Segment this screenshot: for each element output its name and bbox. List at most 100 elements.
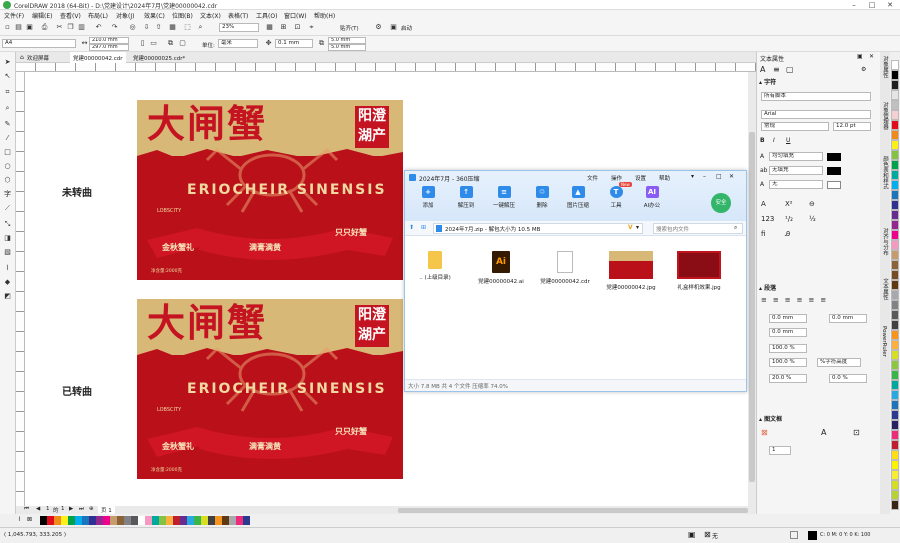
snap-guides-icon[interactable]: ⊞	[279, 23, 288, 32]
palette-swatch[interactable]	[891, 160, 899, 170]
view-mode-icon[interactable]: ⊞	[421, 224, 426, 231]
ligature-icon[interactable]: ﬁ	[761, 230, 765, 238]
drop-shadow-icon[interactable]: ◨	[3, 234, 12, 243]
bottom-palette-swatch[interactable]	[103, 516, 110, 525]
palette-swatch[interactable]	[891, 240, 899, 250]
frame-options-icon[interactable]: ⊡	[853, 428, 860, 437]
file-item-parent[interactable]: .. (上级目录)	[405, 251, 465, 281]
menu-edit[interactable]: 编辑(E)	[32, 11, 52, 20]
vertical-ruler[interactable]	[16, 72, 25, 506]
no-color-icon[interactable]: ⊠	[27, 516, 32, 523]
search-icon[interactable]: ⌕	[734, 224, 737, 232]
font-size-input[interactable]: 12.0 pt	[833, 122, 871, 131]
menu-layout[interactable]: 布局(L)	[88, 11, 108, 20]
palette-swatch[interactable]	[891, 430, 899, 440]
ai-office-button[interactable]: AI AI办公	[639, 186, 665, 209]
palette-swatch[interactable]	[891, 360, 899, 370]
prev-page-icon[interactable]: ◀	[36, 506, 40, 512]
fraction-icon[interactable]: ½	[809, 215, 816, 223]
first-indent-input[interactable]: 0.0 mm	[769, 328, 807, 337]
left-indent-input[interactable]: 0.0 mm	[769, 314, 807, 323]
search-content-icon[interactable]: ◎	[128, 23, 137, 32]
palette-swatch[interactable]	[891, 280, 899, 290]
outline-none-swatch[interactable]	[790, 531, 798, 539]
up-arrow-icon[interactable]: ⬆	[409, 224, 414, 231]
palette-swatch[interactable]	[891, 60, 899, 70]
zoom-tool-icon[interactable]: ⌕	[196, 23, 205, 32]
bottom-palette-swatch[interactable]	[75, 516, 82, 525]
all-pages-icon[interactable]: ⧉	[166, 39, 175, 48]
first-page-icon[interactable]: ⏮	[24, 506, 29, 513]
bottom-palette-swatch[interactable]	[166, 516, 173, 525]
superscript-icon[interactable]: X²	[785, 200, 793, 208]
palette-swatch[interactable]	[891, 480, 899, 490]
palette-swatch[interactable]	[891, 400, 899, 410]
dynamic-guides-icon[interactable]: ⌖	[307, 23, 316, 32]
tools-button[interactable]: T 工具	[603, 186, 629, 209]
bottom-palette-swatch[interactable]	[187, 516, 194, 525]
bottom-palette-swatch[interactable]	[215, 516, 222, 525]
archive-minimize-icon[interactable]: –	[703, 173, 706, 180]
new-icon[interactable]: ▫	[3, 23, 12, 32]
snap-grid-icon[interactable]: ▦	[265, 23, 274, 32]
palette-swatch[interactable]	[891, 300, 899, 310]
palette-swatch[interactable]	[891, 370, 899, 380]
zoom-icon[interactable]: ⌕	[3, 104, 12, 113]
tab-align-distribute[interactable]: 对齐与分布	[881, 228, 889, 256]
palette-swatch[interactable]	[891, 150, 899, 160]
minimize-icon[interactable]: –	[846, 0, 862, 10]
palette-swatch[interactable]	[891, 120, 899, 130]
bottom-palette-swatch[interactable]	[201, 516, 208, 525]
duplicate-x-input[interactable]: 5.0 mm	[328, 37, 366, 44]
text-fill-select[interactable]: 均匀填充	[769, 152, 823, 161]
palette-swatch[interactable]	[891, 350, 899, 360]
ellipse-tool-icon[interactable]: ○	[3, 162, 12, 171]
cut-icon[interactable]: ✂	[55, 23, 64, 32]
duplicate-y-input[interactable]: 5.0 mm	[328, 44, 366, 51]
archive-menu-file[interactable]: 文件	[587, 174, 598, 182]
docker-close-icon[interactable]: ✕	[869, 53, 874, 60]
alignment-icons[interactable]: ≡≡≡≡≡≡	[761, 296, 832, 304]
tab-object-properties[interactable]: 对象属性	[881, 56, 889, 78]
underline-icon[interactable]: U	[786, 137, 790, 144]
palette-swatch[interactable]	[891, 490, 899, 500]
palette-swatch[interactable]	[891, 460, 899, 470]
palette-swatch[interactable]	[891, 440, 899, 450]
script-select[interactable]: 所有脚本	[761, 92, 871, 101]
add-button[interactable]: + 添加	[415, 186, 441, 209]
position-icon[interactable]: ⊖	[809, 200, 815, 208]
archive-menu-help[interactable]: 帮助	[659, 174, 670, 182]
palette-swatch[interactable]	[891, 140, 899, 150]
numerals-icon[interactable]: 123	[761, 215, 774, 223]
bottom-palette-swatch[interactable]	[236, 516, 243, 525]
tab-color-styles[interactable]: 颜色表和样式	[881, 156, 889, 189]
delete-button[interactable]: ♲ 删除	[529, 186, 555, 209]
bottom-palette-swatch[interactable]	[222, 516, 229, 525]
extract-to-button[interactable]: ↑ 解压到	[453, 186, 479, 209]
bottom-palette-swatch[interactable]	[110, 516, 117, 525]
bottom-palette-swatch[interactable]	[208, 516, 215, 525]
menu-table[interactable]: 表格(T)	[228, 11, 248, 20]
safe-badge[interactable]: 安全	[711, 193, 731, 213]
bg-fill-select[interactable]: 无填充	[769, 166, 823, 175]
frame-section-header[interactable]: ▴ 图文框	[759, 414, 879, 423]
artwork-converted[interactable]: 大闸蟹 阳澄湖产 ERIOCHEIR SINENSIS LOBSCITY 金秋蟹…	[137, 299, 403, 479]
palette-swatch[interactable]	[891, 130, 899, 140]
zoom-level-select[interactable]: 23%	[219, 23, 259, 32]
vertical-align-icon[interactable]: A	[821, 428, 826, 437]
archive-search-field[interactable]: 搜索包内文件 ⌕	[653, 223, 743, 234]
font-select[interactable]: Arial	[761, 110, 871, 119]
maximize-icon[interactable]: □	[864, 0, 880, 10]
bottom-palette-swatch[interactable]	[131, 516, 138, 525]
bottom-palette-swatch[interactable]	[159, 516, 166, 525]
palette-swatch[interactable]	[891, 230, 899, 240]
vertical-scrollbar[interactable]	[748, 72, 756, 506]
archive-path-field[interactable]: 2024年7月.zip - 解包大小为 10.5 MB V ▾	[433, 223, 643, 234]
doc-color-icon[interactable]: ▣	[688, 530, 696, 539]
landscape-icon[interactable]: ▭	[149, 39, 158, 48]
docker-pin-icon[interactable]: ▣	[857, 53, 863, 60]
outline-select[interactable]: 无	[769, 180, 823, 189]
tab-text-properties[interactable]: 文本属性	[881, 278, 889, 300]
bottom-palette-swatch[interactable]	[145, 516, 152, 525]
transparency-icon[interactable]: ▧	[3, 248, 12, 257]
